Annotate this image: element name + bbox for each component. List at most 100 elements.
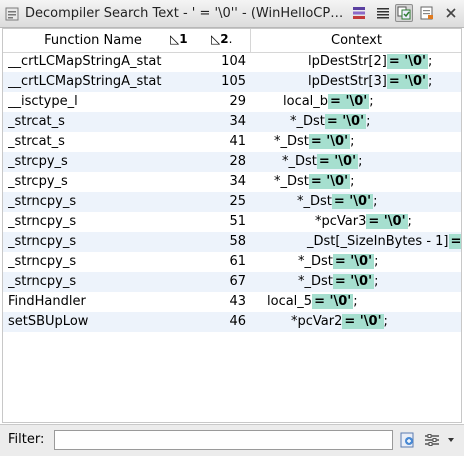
context-suffix: ; bbox=[369, 94, 374, 109]
filter-dropdown-button[interactable] bbox=[446, 431, 456, 449]
context-code: *_Dst = '\0'; bbox=[298, 252, 378, 272]
sort-secondary-icon: ◺2. bbox=[211, 32, 233, 46]
context-cell: *pcVar2 = '\0'; bbox=[253, 312, 461, 332]
window-title: Decompiler Search Text - ' = '\0'' - (Wi… bbox=[25, 6, 345, 21]
match-highlight: = '\0' bbox=[332, 274, 375, 289]
match-highlight: = '\0' bbox=[448, 234, 461, 249]
context-suffix: ; bbox=[353, 294, 358, 309]
close-button[interactable] bbox=[442, 4, 460, 22]
filter-settings-button[interactable] bbox=[423, 431, 441, 449]
copy-button[interactable] bbox=[395, 4, 413, 22]
match-highlight: = '\0' bbox=[331, 194, 374, 209]
table-row[interactable]: _strncpy_s 61 *_Dst = '\0'; bbox=[3, 252, 461, 272]
table-row[interactable]: __crtLCMapStringA_stat 105 lpDestStr[3] = '… bbox=[3, 72, 461, 92]
line-number-cell: 105 bbox=[221, 74, 246, 89]
context-code: *pcVar2 = '\0'; bbox=[291, 312, 388, 332]
context-suffix: ; bbox=[383, 314, 388, 329]
function-name-cell: __crtLCMapStringA_stat bbox=[8, 54, 162, 69]
context-cell: *_Dst = '\0'; bbox=[253, 112, 461, 132]
context-suffix: ; bbox=[358, 154, 363, 169]
context-column-header[interactable]: Context bbox=[250, 29, 461, 52]
match-highlight: = '\0' bbox=[386, 74, 429, 89]
filter-options-button[interactable] bbox=[399, 431, 417, 449]
context-cell: lpDestStr[3] = '\0'; bbox=[253, 72, 461, 92]
export-icon bbox=[420, 6, 433, 20]
table-row[interactable]: _strncpy_s 67 *_Dst = '\0'; bbox=[3, 272, 461, 292]
context-cell: lpDestStr[2] = '\0'; bbox=[253, 52, 461, 72]
match-highlight: = '\0' bbox=[308, 134, 351, 149]
context-suffix: ; bbox=[366, 114, 371, 129]
function-name-column-header[interactable]: Function Name bbox=[3, 29, 183, 52]
function-name-cell: _strncpy_s bbox=[8, 254, 77, 269]
function-name-cell: _strcpy_s bbox=[8, 174, 68, 189]
select-all-button[interactable] bbox=[350, 4, 368, 22]
dropdown-icon bbox=[448, 438, 454, 442]
match-highlight: = '\0' bbox=[332, 254, 375, 269]
line-number-cell: 43 bbox=[229, 294, 246, 309]
context-code: lpDestStr[2] = '\0'; bbox=[308, 52, 432, 72]
function-name-cell: setSBUpLow bbox=[8, 314, 89, 329]
match-highlight: = '\0' bbox=[324, 114, 367, 129]
context-cell: *_Dst = '\0'; bbox=[253, 192, 461, 212]
table-row[interactable]: _strncpy_s 25 *_Dst = '\0'; bbox=[3, 192, 461, 212]
table-row[interactable]: _strcat_s 41 *_Dst = '\0'; bbox=[3, 132, 461, 152]
function-name-cell: _strncpy_s bbox=[8, 214, 77, 229]
results-table: Function Name ◺1 ◺2. Context __crtLCMapS… bbox=[2, 28, 462, 423]
context-prefix: *_Dst bbox=[298, 254, 333, 269]
line-number-cell: 104 bbox=[221, 54, 246, 69]
match-highlight: = '\0' bbox=[342, 314, 384, 329]
match-highlight: = '\0' bbox=[386, 54, 429, 69]
table-row[interactable]: FindHandler 43 local_5 = '\0'; bbox=[3, 292, 461, 312]
context-cell: *_Dst = '\0'; bbox=[253, 152, 461, 172]
function-name-cell: _strncpy_s bbox=[8, 234, 77, 249]
context-code: *_Dst = '\0'; bbox=[290, 112, 370, 132]
context-cell: *_Dst = '\0'; bbox=[253, 132, 461, 152]
table-row[interactable]: _strcpy_s 34 *_Dst = '\0'; bbox=[3, 172, 461, 192]
filter-label: Filter: bbox=[8, 432, 45, 447]
table-row[interactable]: __crtLCMapStringA_stat 104 lpDestStr[2] = '… bbox=[3, 52, 461, 72]
function-name-cell: _strncpy_s bbox=[8, 274, 77, 289]
context-code: _Dst[_SizeInBytes - 1]= '\0'; bbox=[307, 232, 461, 252]
table-row[interactable]: _strncpy_s 51 *pcVar3 = '\0'; bbox=[3, 212, 461, 232]
function-name-cell: __crtLCMapStringA_stat bbox=[8, 74, 162, 89]
line-number-cell: 34 bbox=[229, 114, 246, 129]
export-button[interactable] bbox=[418, 4, 436, 22]
list-view-icon bbox=[377, 8, 389, 19]
table-row[interactable]: _strcat_s 34 *_Dst = '\0'; bbox=[3, 112, 461, 132]
match-highlight: = '\0' bbox=[328, 94, 370, 109]
context-prefix: _Dst[_SizeInBytes - 1] bbox=[307, 234, 449, 249]
context-prefix: lpDestStr[2] bbox=[308, 54, 387, 69]
context-code: *_Dst = '\0'; bbox=[274, 172, 354, 192]
context-cell: _Dst[_SizeInBytes - 1]= '\0'; bbox=[253, 232, 461, 252]
title-bar: Decompiler Search Text - ' = '\0'' - (Wi… bbox=[0, 0, 464, 28]
table-row[interactable]: __isctype_l 29 local_b = '\0'; bbox=[3, 92, 461, 112]
copy-icon bbox=[397, 6, 411, 20]
context-cell: local_5 = '\0'; bbox=[253, 292, 461, 312]
table-row[interactable]: setSBUpLow 46 *pcVar2 = '\0'; bbox=[3, 312, 461, 332]
context-cell: *pcVar3 = '\0'; bbox=[253, 212, 461, 232]
context-cell: *_Dst = '\0'; bbox=[253, 252, 461, 272]
line-number-cell: 25 bbox=[229, 194, 246, 209]
context-prefix: *pcVar3 bbox=[315, 214, 367, 229]
line-number-cell: 58 bbox=[229, 234, 246, 249]
table-row[interactable]: _strcpy_s 28 *_Dst = '\0'; bbox=[3, 152, 461, 172]
line-number-cell: 41 bbox=[229, 134, 246, 149]
list-view-button[interactable] bbox=[374, 4, 392, 22]
context-prefix: *_Dst bbox=[298, 274, 333, 289]
match-highlight: = '\0' bbox=[308, 174, 351, 189]
line-number-cell: 46 bbox=[229, 314, 246, 329]
context-prefix: lpDestStr[3] bbox=[308, 74, 387, 89]
line-number-cell: 34 bbox=[229, 174, 246, 189]
context-suffix: ; bbox=[428, 54, 433, 69]
filter-input[interactable] bbox=[54, 430, 393, 450]
line-number-cell: 29 bbox=[229, 94, 246, 109]
context-code: *_Dst = '\0'; bbox=[297, 192, 377, 212]
function-name-cell: __isctype_l bbox=[8, 94, 78, 109]
function-name-cell: _strncpy_s bbox=[8, 194, 77, 209]
context-suffix: ; bbox=[373, 194, 378, 209]
table-row[interactable]: _strncpy_s 58 _Dst[_SizeInBytes - 1]= '\0'… bbox=[3, 232, 461, 252]
context-prefix: *_Dst bbox=[290, 114, 325, 129]
line-number-cell: 67 bbox=[229, 274, 246, 289]
context-code: *pcVar3 = '\0'; bbox=[315, 212, 412, 232]
table-header: Function Name ◺1 ◺2. Context bbox=[3, 29, 461, 53]
